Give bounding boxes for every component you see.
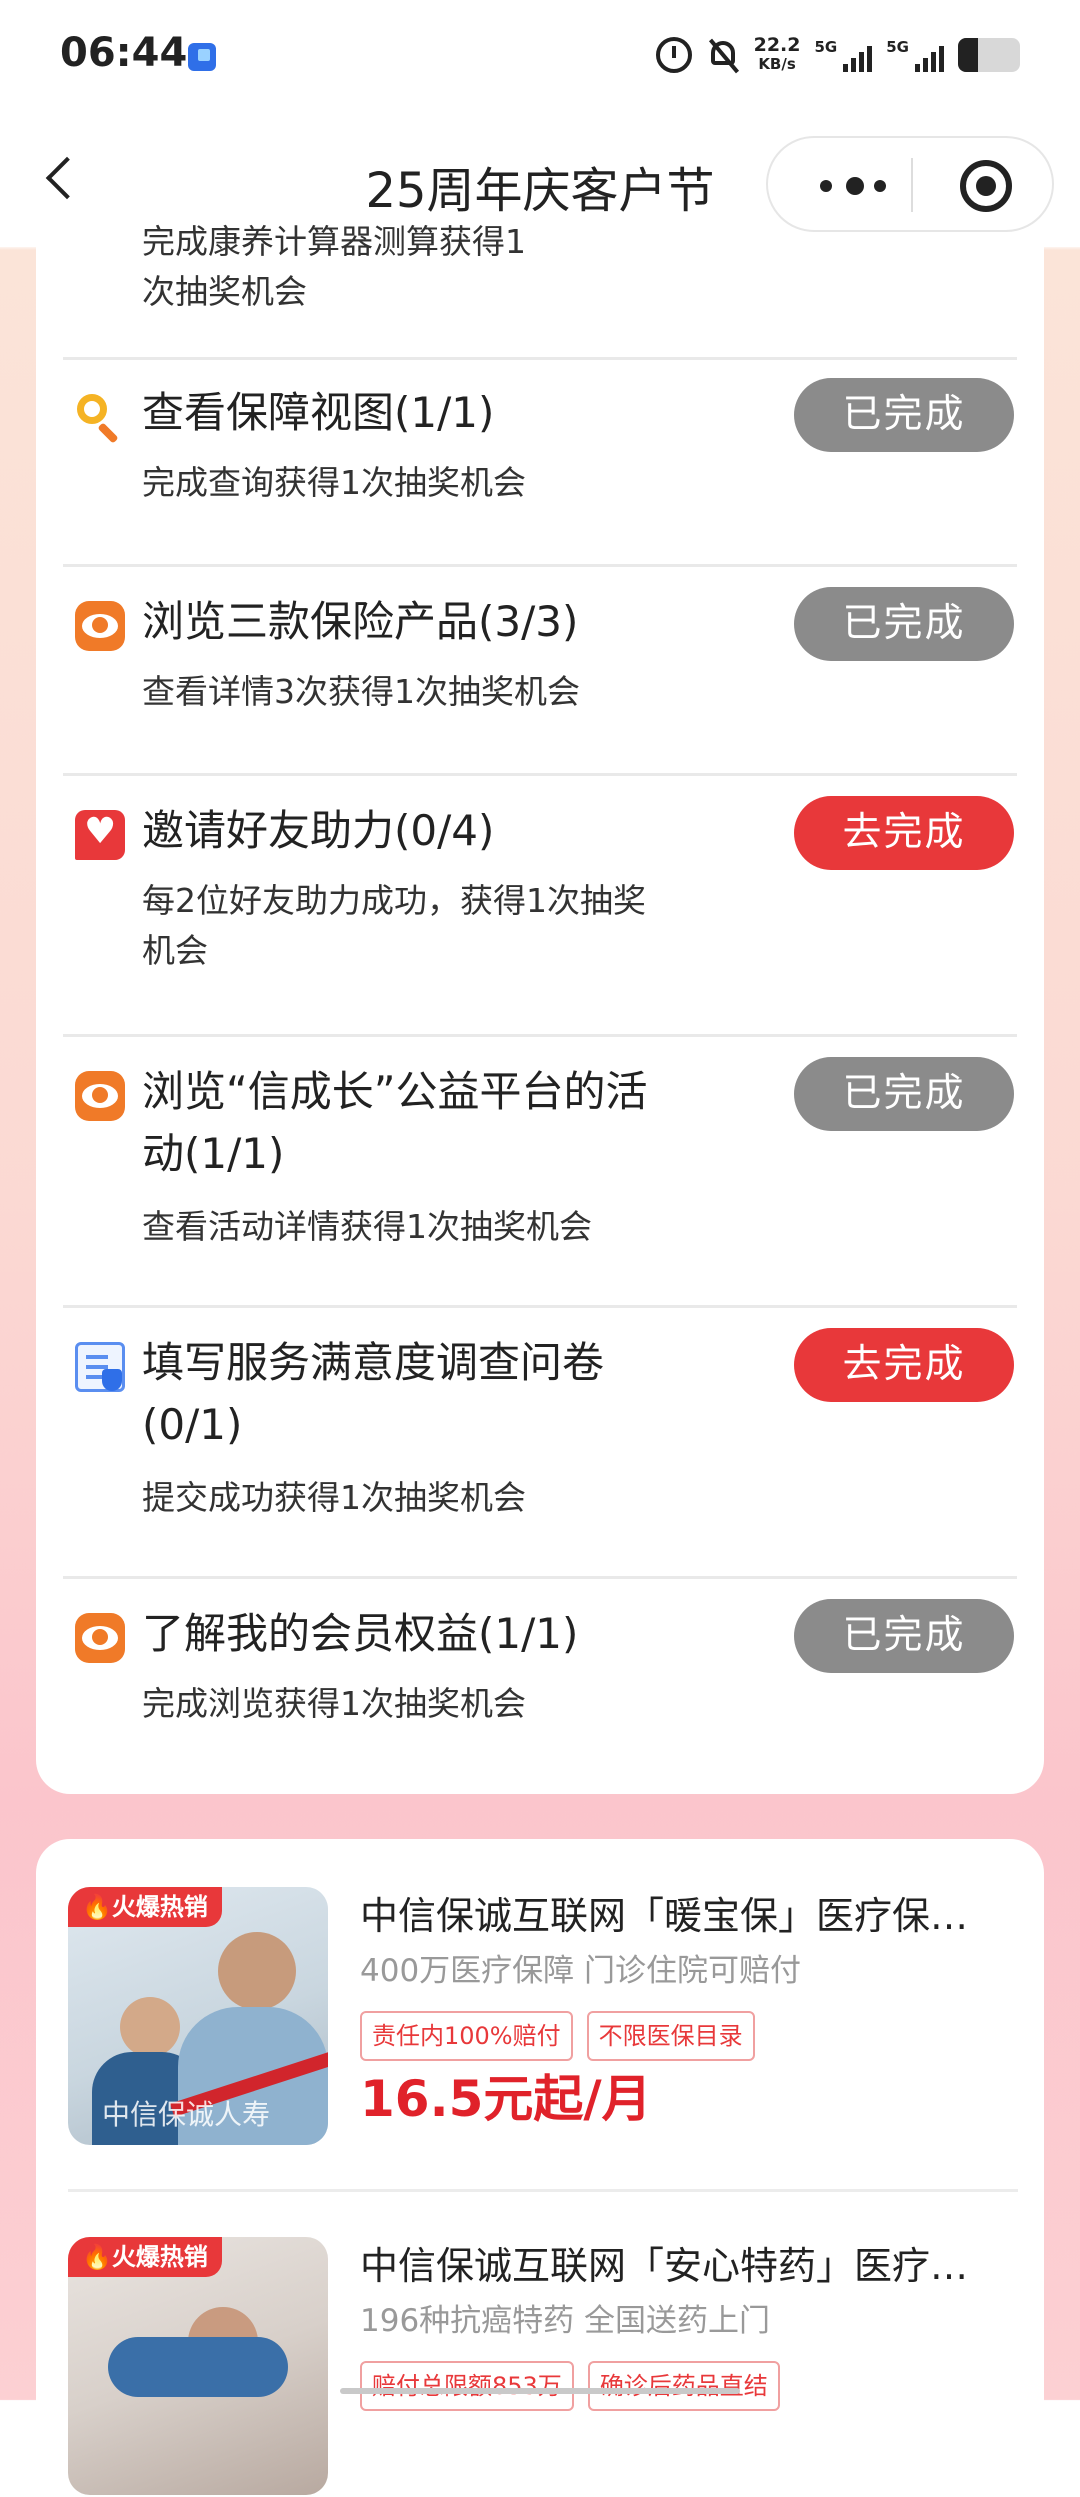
- survey-form-icon: [75, 1342, 125, 1392]
- search-icon: [75, 392, 125, 442]
- heart-chat-icon: [75, 810, 125, 860]
- network-type-1: 5G: [814, 38, 838, 56]
- task-completed-button[interactable]: 已完成: [794, 378, 1014, 452]
- back-arrow-icon[interactable]: [38, 157, 82, 201]
- product-title[interactable]: 中信保诚互联网「暖宝保」医疗保…: [360, 1889, 1000, 1943]
- status-bar: 06:44 22.2 KB/s 5G 5G: [0, 0, 1080, 115]
- network-type-2: 5G: [886, 38, 909, 56]
- product-badges: 责任内100%赔付 不限医保目录: [360, 2011, 755, 2061]
- task-desc: 每2位好友助力成功，获得1次抽奖机会: [142, 881, 646, 970]
- task-desc: 完成查询获得1次抽奖机会: [142, 463, 526, 502]
- product-badge: 责任内100%赔付: [360, 2011, 573, 2061]
- eye-icon: [75, 1613, 125, 1663]
- signal-icon-2: 5G: [886, 38, 944, 72]
- task-name: 查看保障视图(1/1): [142, 388, 495, 437]
- more-dots-icon[interactable]: [820, 176, 886, 196]
- task-item-coverage-view: 查看保障视图(1/1) 完成查询获得1次抽奖机会 已完成: [63, 358, 1017, 567]
- task-completed-button[interactable]: 已完成: [794, 1599, 1014, 1673]
- product-item[interactable]: 🔥火爆热销 中信保诚人寿 中信保诚互联网「暖宝保」医疗保… 400万医疗保障 门…: [68, 1887, 1028, 2147]
- product-subtitle: 196种抗癌特药 全国送药上门: [360, 2303, 771, 2339]
- image-watermark: 中信保诚人寿: [102, 2098, 271, 2131]
- product-badge: 赔付总限额853万: [360, 2361, 574, 2411]
- hot-sale-tag: 🔥火爆热销: [68, 2237, 222, 2277]
- task-item-satisfaction-survey: 填写服务满意度调查问卷(0/1) 提交成功获得1次抽奖机会 去完成: [63, 1308, 1017, 1579]
- hot-sale-tag: 🔥火爆热销: [68, 1887, 222, 1927]
- clock: 06:44: [60, 30, 188, 76]
- task-name: 浏览“信成长”公益平台的活动(1/1): [142, 1067, 648, 1178]
- task-desc: 查看活动详情获得1次抽奖机会: [142, 1207, 592, 1246]
- product-subtitle: 400万医疗保障 门诊住院可赔付: [360, 1953, 802, 1989]
- task-name: 邀请好友助力(0/4): [142, 806, 495, 855]
- task-name: 了解我的会员权益(1/1): [142, 1609, 579, 1658]
- task-completed-button[interactable]: 已完成: [794, 587, 1014, 661]
- product-badge: 不限医保目录: [586, 2011, 755, 2061]
- signal-icon-1: 5G: [815, 38, 873, 72]
- task-name: 填写服务满意度调查问卷(0/1): [142, 1338, 605, 1449]
- eye-icon: [75, 601, 125, 651]
- page-title: 25周年庆客户节: [365, 163, 715, 219]
- task-item-charity-platform: 浏览“信成长”公益平台的活动(1/1) 查看活动详情获得1次抽奖机会 已完成: [63, 1037, 1017, 1308]
- status-icons: 22.2 KB/s 5G 5G: [655, 30, 1020, 80]
- battery-icon: [958, 38, 1020, 72]
- task-go-complete-button[interactable]: 去完成: [794, 1328, 1014, 1402]
- speed-unit: KB/s: [758, 55, 796, 73]
- task-completed-button[interactable]: 已完成: [794, 1057, 1014, 1131]
- task-desc: 提交成功获得1次抽奖机会: [142, 1478, 526, 1517]
- product-divider: [68, 2189, 1018, 2192]
- task-list-card: 完成康养计算器测算获得1次抽奖机会 查看保障视图(1/1) 完成查询获得1次抽奖…: [36, 222, 1044, 1794]
- product-badge: 确诊后药品直结: [587, 2361, 780, 2411]
- product-title[interactable]: 中信保诚互联网「安心特药」医疗…: [360, 2239, 1000, 2293]
- product-price: 16.5元起/月: [360, 2070, 652, 2128]
- eye-icon: [75, 1071, 125, 1121]
- muted-bell-icon: [706, 37, 740, 73]
- network-speed: 22.2 KB/s: [754, 36, 801, 74]
- task-desc: 完成康养计算器测算获得1次抽奖机会: [142, 222, 526, 311]
- product-image[interactable]: 🔥火爆热销 中信保诚人寿: [68, 1887, 328, 2145]
- task-item-partial: 完成康养计算器测算获得1次抽奖机会: [63, 217, 1017, 360]
- task-go-complete-button[interactable]: 去完成: [794, 796, 1014, 870]
- alarm-icon: [655, 37, 692, 73]
- product-image[interactable]: 🔥火爆热销: [68, 2237, 328, 2495]
- product-list-card: 🔥火爆热销 中信保诚人寿 中信保诚互联网「暖宝保」医疗保… 400万医疗保障 门…: [36, 1839, 1044, 2495]
- task-desc: 完成浏览获得1次抽奖机会: [142, 1684, 526, 1723]
- home-indicator[interactable]: [340, 2388, 740, 2394]
- capsule-divider: [911, 158, 913, 212]
- task-name: 浏览三款保险产品(3/3): [142, 597, 579, 646]
- task-item-browse-products: 浏览三款保险产品(3/3) 查看详情3次获得1次抽奖机会 已完成: [63, 567, 1017, 776]
- task-desc: 查看详情3次获得1次抽奖机会: [142, 672, 580, 711]
- task-item-member-benefits: 了解我的会员权益(1/1) 完成浏览获得1次抽奖机会 已完成: [63, 1579, 1017, 1779]
- product-item[interactable]: 🔥火爆热销 中信保诚互联网「安心特药」医疗… 196种抗癌特药 全国送药上门 赔…: [68, 2237, 1028, 2497]
- speed-value: 22.2: [753, 34, 801, 56]
- close-target-icon[interactable]: [960, 160, 1012, 212]
- product-badges: 赔付总限额853万 确诊后药品直结: [360, 2361, 780, 2411]
- task-item-invite-friends: 邀请好友助力(0/4) 每2位好友助力成功，获得1次抽奖机会 去完成: [63, 776, 1017, 1037]
- app-notification-icon: [188, 43, 216, 71]
